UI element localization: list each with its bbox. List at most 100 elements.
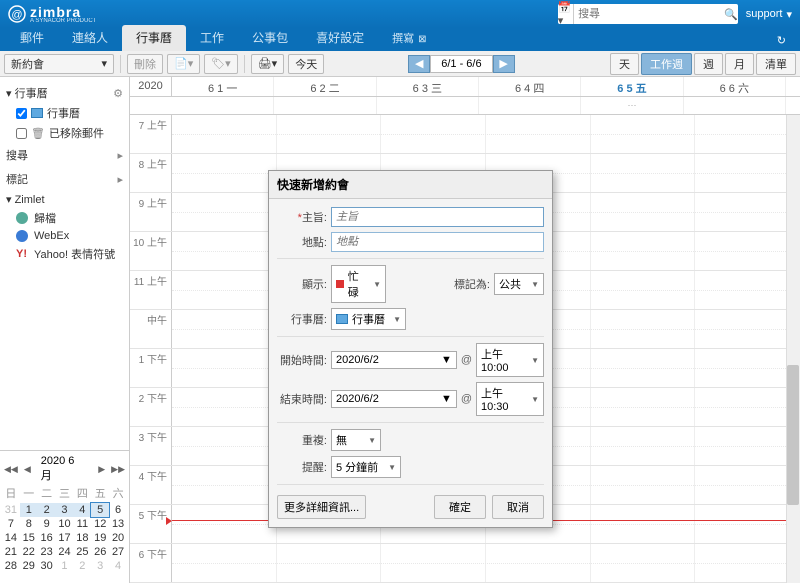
- move-button[interactable]: 📄▾: [167, 54, 200, 74]
- allday-cell[interactable]: [377, 97, 479, 114]
- minical-day[interactable]: 13: [109, 517, 127, 531]
- end-date-input[interactable]: 2020/6/2▼: [331, 390, 457, 408]
- today-button[interactable]: 今天: [288, 54, 324, 74]
- minical-day[interactable]: 3: [56, 503, 74, 517]
- print-button[interactable]: 🖨▾: [251, 54, 285, 74]
- minical-day[interactable]: 2: [38, 503, 56, 517]
- user-menu[interactable]: support ▾: [746, 8, 792, 21]
- zimlet-webex[interactable]: WebEx: [0, 228, 129, 244]
- minical-day[interactable]: 23: [38, 545, 56, 559]
- hour-cells[interactable]: [172, 115, 800, 153]
- minical-prev[interactable]: ◀: [22, 464, 33, 475]
- markas-select[interactable]: 公共▼: [494, 273, 544, 295]
- start-time-select[interactable]: 上午 10:00▼: [476, 343, 544, 377]
- minical-prev-double[interactable]: ◀◀: [2, 464, 20, 475]
- day-header[interactable]: 6 1 一: [172, 77, 274, 96]
- hour-cells[interactable]: [172, 544, 800, 582]
- scroll-thumb[interactable]: [787, 365, 799, 505]
- ok-button[interactable]: 確定: [434, 495, 486, 519]
- zimlet-yahoo[interactable]: Y!Yahoo! 表情符號: [0, 244, 129, 264]
- sidebar-trash-item[interactable]: 🗑已移除郵件: [0, 123, 129, 143]
- view-month[interactable]: 月: [725, 53, 754, 75]
- minical-day[interactable]: 19: [91, 531, 109, 545]
- sidebar-zimlets-header[interactable]: ▾ Zimlet: [0, 191, 129, 208]
- search-box[interactable]: 📅▾ 🔍: [558, 4, 738, 24]
- minical-day[interactable]: 12: [91, 517, 109, 531]
- minical-day[interactable]: 6: [109, 503, 127, 517]
- repeat-select[interactable]: 無▼: [331, 429, 381, 451]
- minical-day[interactable]: 10: [56, 517, 74, 531]
- minical-day[interactable]: 1: [56, 559, 74, 573]
- minical-day[interactable]: 30: [38, 559, 56, 573]
- view-day[interactable]: 天: [610, 53, 639, 75]
- tab-mail[interactable]: 郵件: [6, 25, 58, 51]
- minical-next[interactable]: ▶: [96, 464, 107, 475]
- minical-day[interactable]: 7: [2, 517, 20, 531]
- minical-day[interactable]: 4: [73, 503, 91, 517]
- allday-cell[interactable]: ⋯: [581, 97, 683, 114]
- minical-day[interactable]: 31: [2, 503, 20, 517]
- location-input[interactable]: [331, 232, 544, 252]
- minical-day[interactable]: 16: [38, 531, 56, 545]
- subject-input[interactable]: [331, 207, 544, 227]
- search-input[interactable]: [574, 8, 724, 20]
- date-range[interactable]: 6/1 - 6/6: [430, 55, 492, 73]
- refresh-icon[interactable]: ↻: [769, 30, 794, 51]
- minical-day[interactable]: 22: [20, 545, 38, 559]
- next-arrow-icon[interactable]: ▶: [493, 55, 515, 73]
- minical-day[interactable]: 21: [2, 545, 20, 559]
- cancel-button[interactable]: 取消: [492, 495, 544, 519]
- tab-preferences[interactable]: 喜好設定: [302, 25, 378, 51]
- day-header[interactable]: 6 4 四: [479, 77, 581, 96]
- sidebar-calendar-item[interactable]: 行事曆: [0, 103, 129, 123]
- view-week[interactable]: 週: [694, 53, 723, 75]
- minical-day[interactable]: 3: [91, 559, 109, 573]
- gear-icon[interactable]: ⚙: [113, 87, 123, 100]
- start-date-input[interactable]: 2020/6/2▼: [331, 351, 457, 369]
- tab-contacts[interactable]: 連絡人: [58, 25, 122, 51]
- calendar-select[interactable]: 行事曆▼: [331, 308, 406, 330]
- remind-select[interactable]: 5 分鐘前▼: [331, 456, 401, 478]
- sidebar-calendars-header[interactable]: ▾ 行事曆⚙: [0, 83, 129, 103]
- minical-day[interactable]: 1: [20, 503, 38, 517]
- minical-day[interactable]: 24: [56, 545, 74, 559]
- tab-briefcase[interactable]: 公事包: [238, 25, 302, 51]
- day-header[interactable]: 6 5 五: [581, 77, 683, 96]
- view-list[interactable]: 清單: [756, 53, 796, 75]
- minical-day[interactable]: 27: [109, 545, 127, 559]
- search-scope-dropdown[interactable]: 📅▾: [558, 4, 574, 24]
- minical-day[interactable]: 14: [2, 531, 20, 545]
- minical-day[interactable]: 18: [73, 531, 91, 545]
- day-header[interactable]: 6 6 六: [684, 77, 786, 96]
- minical-day[interactable]: 9: [38, 517, 56, 531]
- minical-day[interactable]: 4: [109, 559, 127, 573]
- close-icon[interactable]: ⊠: [418, 34, 426, 45]
- tab-tasks[interactable]: 工作: [186, 25, 238, 51]
- day-header[interactable]: 6 3 三: [377, 77, 479, 96]
- calendar-checkbox[interactable]: [16, 108, 27, 119]
- sidebar-tags-header[interactable]: 標記▸: [0, 167, 129, 191]
- minical-day[interactable]: 8: [20, 517, 38, 531]
- search-icon[interactable]: 🔍: [724, 4, 738, 24]
- delete-button[interactable]: 刪除: [127, 54, 163, 74]
- minical-day[interactable]: 25: [73, 545, 91, 559]
- minical-day[interactable]: 29: [20, 559, 38, 573]
- minical-day[interactable]: 5: [91, 503, 109, 517]
- showas-select[interactable]: 忙碌▼: [331, 265, 386, 303]
- minical-day[interactable]: 15: [20, 531, 38, 545]
- sidebar-searches-header[interactable]: 搜尋▸: [0, 143, 129, 167]
- allday-cell[interactable]: [684, 97, 786, 114]
- minical-day[interactable]: 28: [2, 559, 20, 573]
- day-header[interactable]: 6 2 二: [274, 77, 376, 96]
- zimlet-archive[interactable]: 歸檔: [0, 208, 129, 228]
- tab-compose[interactable]: 撰寫⊠: [378, 26, 440, 51]
- end-time-select[interactable]: 上午 10:30▼: [476, 382, 544, 416]
- view-workweek[interactable]: 工作週: [641, 53, 692, 75]
- tag-button[interactable]: 🏷▾: [204, 54, 238, 74]
- minical-day[interactable]: 11: [73, 517, 91, 531]
- minical-day[interactable]: 2: [73, 559, 91, 573]
- allday-cell[interactable]: [479, 97, 581, 114]
- tab-calendar[interactable]: 行事曆: [122, 25, 186, 51]
- minical-day[interactable]: 20: [109, 531, 127, 545]
- scrollbar[interactable]: [786, 115, 800, 583]
